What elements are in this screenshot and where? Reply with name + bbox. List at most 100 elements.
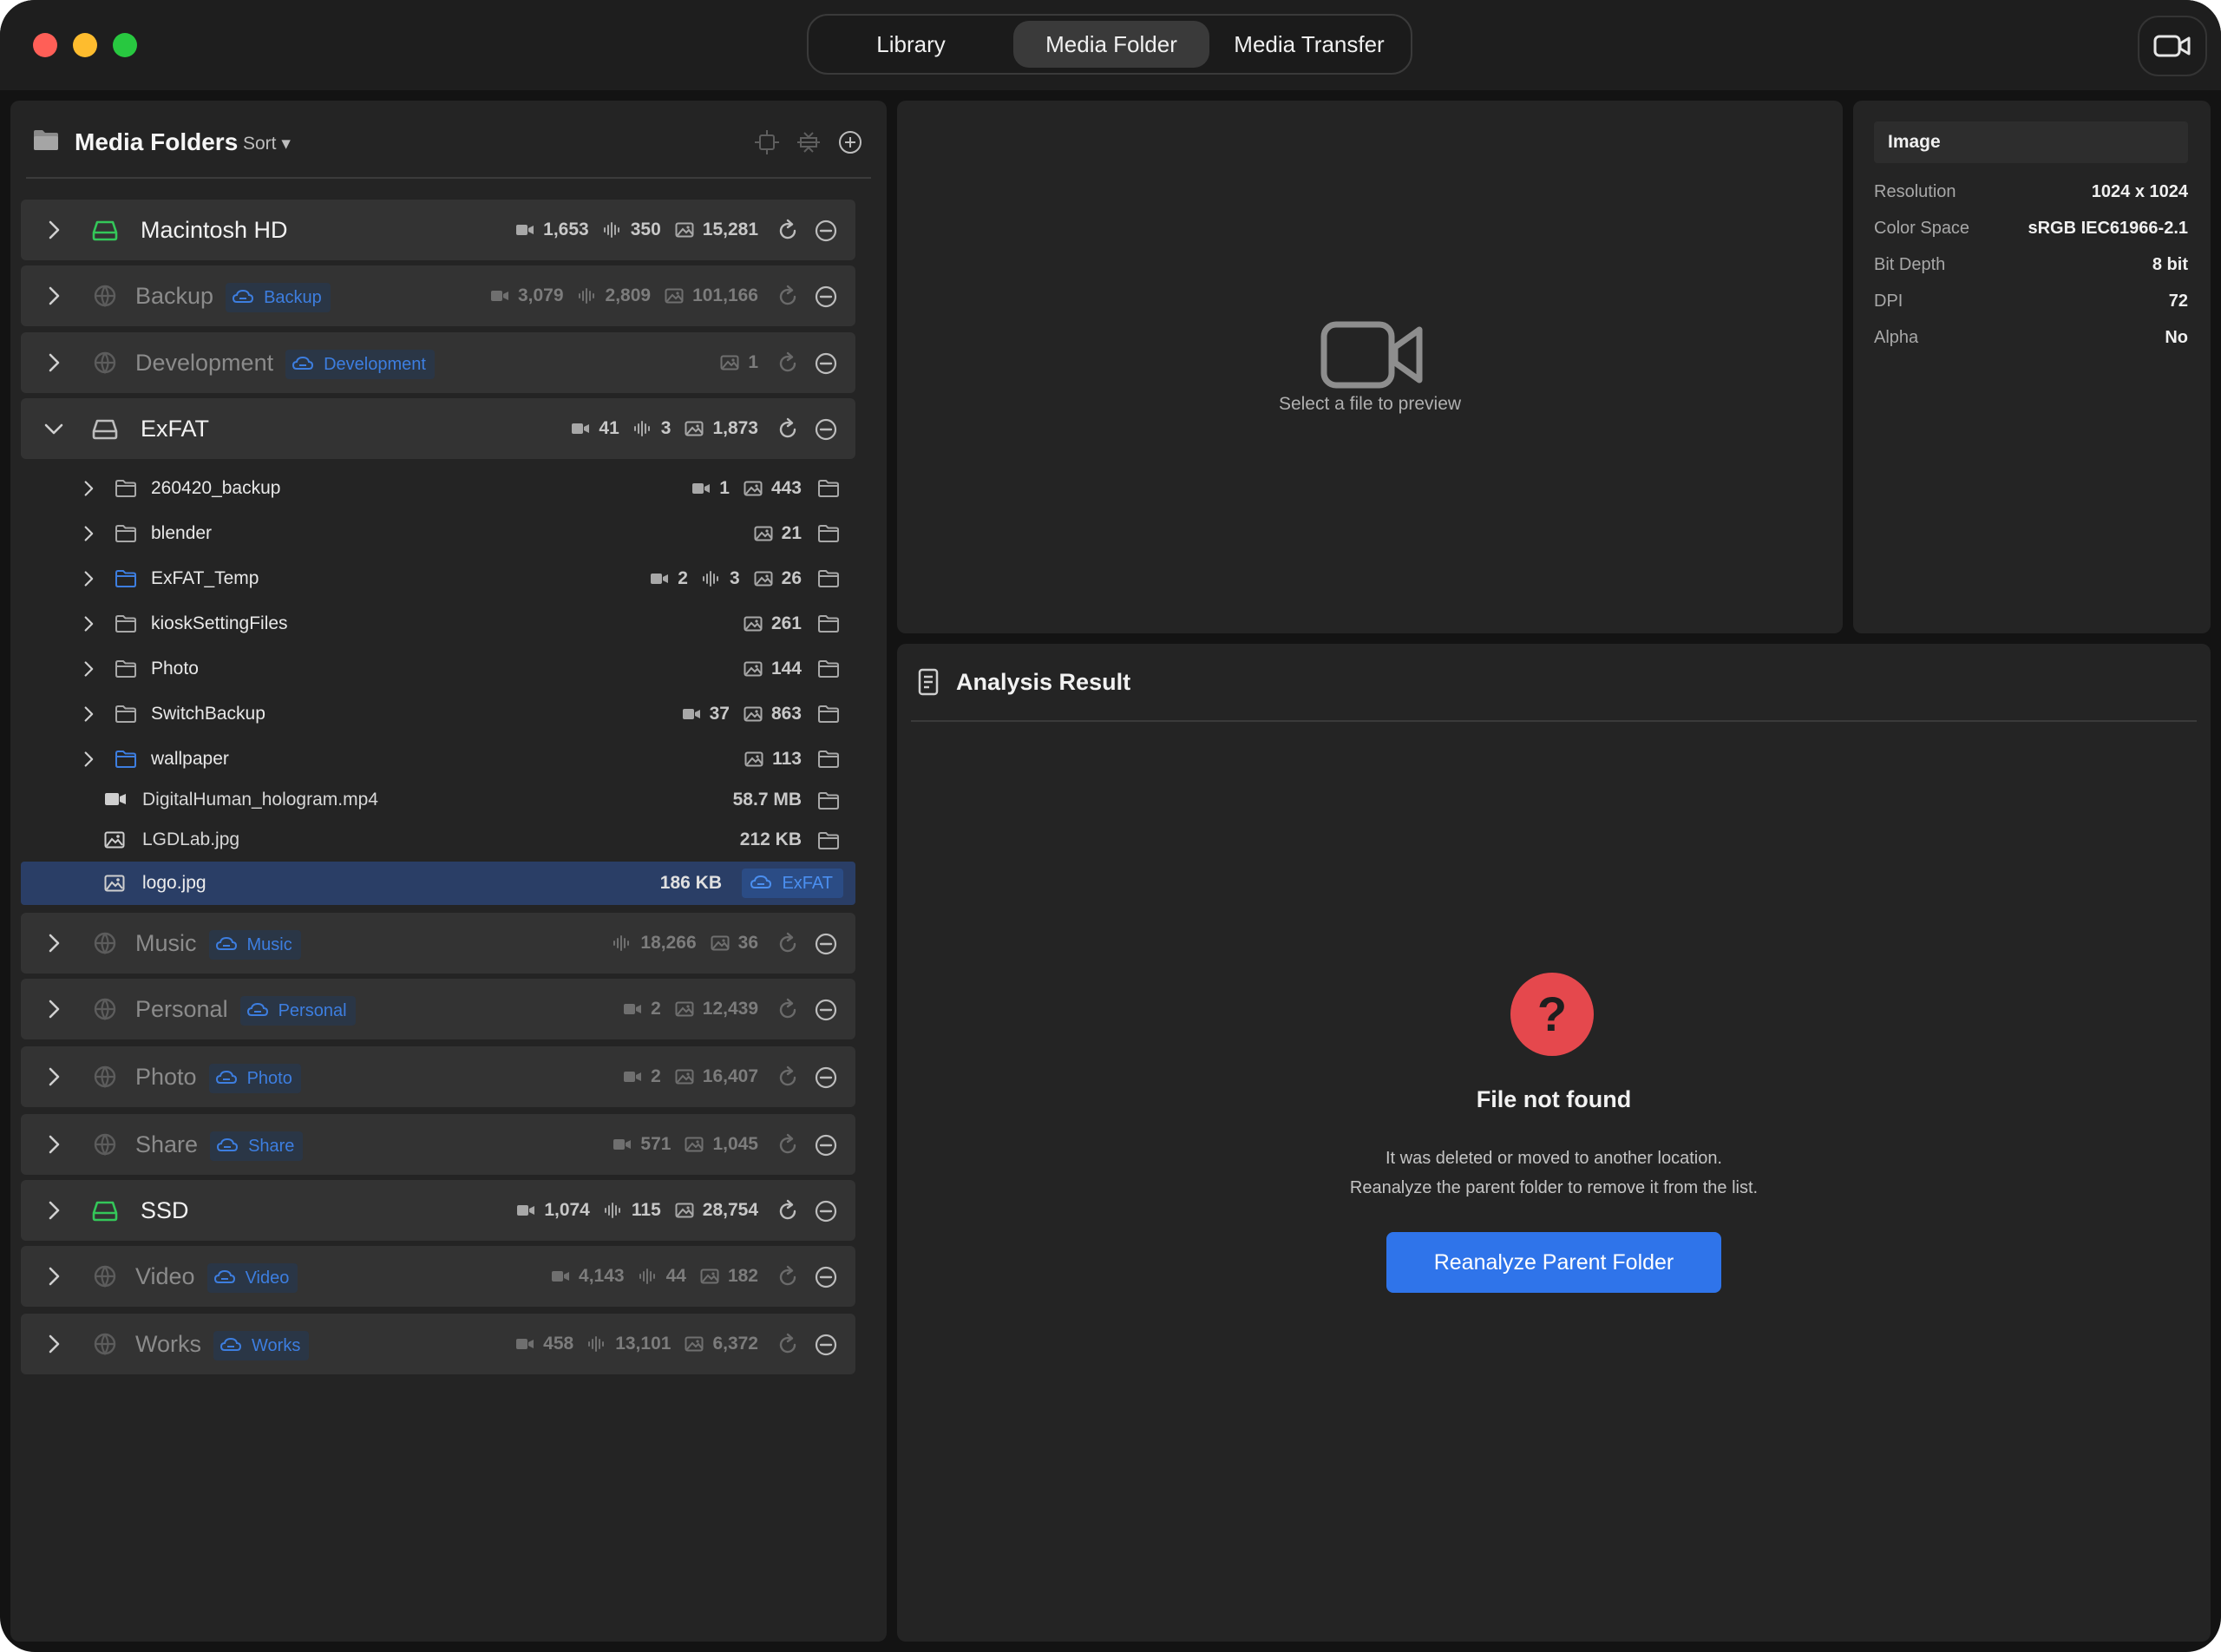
image-icon: [675, 1069, 698, 1085]
volume-row-music[interactable]: Music Music 18,266 36: [21, 913, 855, 974]
folder-row[interactable]: kioskSettingFiles 261: [21, 601, 855, 646]
chevron-right-icon[interactable]: [43, 1066, 64, 1087]
folder-row[interactable]: ExFAT_Temp 2 3 26: [21, 556, 855, 601]
folder-row[interactable]: blender 21: [21, 511, 855, 556]
chevron-right-icon[interactable]: [43, 1266, 64, 1287]
volume-row-personal[interactable]: Personal Personal 2 12,439: [21, 979, 855, 1039]
remove-button[interactable]: [814, 1333, 838, 1357]
volume-row-ssd[interactable]: SSD 1,074 115 28,754: [21, 1180, 855, 1241]
chevron-right-icon[interactable]: [80, 525, 97, 542]
chevron-down-icon[interactable]: [43, 418, 64, 439]
reveal-folder-icon[interactable]: [817, 831, 840, 850]
refresh-button[interactable]: [776, 1133, 800, 1157]
remove-button[interactable]: [814, 1265, 838, 1289]
add-folder-button[interactable]: [833, 125, 868, 160]
cloud-drive-icon: [215, 1071, 242, 1085]
video-camera-icon: [613, 1137, 636, 1151]
reveal-folder-icon[interactable]: [817, 524, 840, 543]
chevron-right-icon[interactable]: [43, 933, 64, 954]
refresh-button[interactable]: [776, 1065, 800, 1090]
folder-row[interactable]: wallpaper 113: [21, 737, 855, 782]
volume-row-backup[interactable]: Backup Backup 3,079 2,809 101,166: [21, 266, 855, 326]
chevron-right-icon[interactable]: [43, 999, 64, 1019]
refresh-button[interactable]: [776, 219, 800, 243]
image-count-value: 182: [727, 1266, 758, 1286]
remove-button[interactable]: [814, 285, 838, 309]
folder-row[interactable]: SwitchBackup 37 863: [21, 692, 855, 737]
volume-name: Backup Backup: [135, 279, 331, 313]
remove-button[interactable]: [814, 351, 838, 376]
chevron-right-icon[interactable]: [43, 1200, 64, 1221]
sort-dropdown[interactable]: Sort ▾: [243, 128, 291, 160]
image-count-value: 6,372: [712, 1334, 758, 1354]
remove-button[interactable]: [814, 1199, 838, 1223]
file-row[interactable]: DigitalHuman_hologram.mp4 58.7 MB: [21, 780, 855, 820]
reveal-folder-icon[interactable]: [817, 750, 840, 769]
folder-row[interactable]: 260420_backup 1 443: [21, 466, 855, 511]
network-globe-icon: [92, 351, 118, 375]
audio-count: 18,266: [613, 933, 697, 954]
video-camera-icon: [551, 1269, 574, 1283]
remove-button[interactable]: [814, 1133, 838, 1157]
volume-row-works[interactable]: Works Works 458 13,101 6,372: [21, 1314, 855, 1374]
chevron-right-icon[interactable]: [43, 1334, 64, 1354]
chevron-right-icon[interactable]: [80, 480, 97, 497]
video-count-value: 2: [678, 568, 688, 588]
refresh-button[interactable]: [776, 417, 800, 442]
image-count-value: 1,045: [712, 1134, 758, 1154]
camera-button[interactable]: [2138, 16, 2207, 76]
minimize-window-button[interactable]: [73, 33, 97, 57]
analysis-title: Analysis Result: [956, 669, 1131, 695]
remove-button[interactable]: [814, 219, 838, 243]
reveal-folder-icon[interactable]: [817, 705, 840, 724]
remove-button[interactable]: [814, 1065, 838, 1090]
chevron-right-icon[interactable]: [80, 570, 97, 587]
volume-row-exfat[interactable]: ExFAT 41 3 1,873: [21, 398, 855, 459]
remove-button[interactable]: [814, 417, 838, 442]
chevron-right-icon[interactable]: [43, 1134, 64, 1155]
refresh-button[interactable]: [776, 1199, 800, 1223]
volume-row-video[interactable]: Video Video 4,143 44 182: [21, 1246, 855, 1307]
volume-row-macintosh-hd[interactable]: Macintosh HD 1,653 350 15,281: [21, 200, 855, 260]
refresh-button[interactable]: [776, 1265, 800, 1289]
add-icon: [839, 131, 862, 154]
reveal-folder-icon[interactable]: [817, 569, 840, 588]
file-row-selected[interactable]: logo.jpg 186 KB ExFAT: [21, 862, 855, 905]
reveal-folder-icon[interactable]: [817, 791, 840, 810]
expand-all-button[interactable]: [791, 125, 826, 160]
tab-media-folder[interactable]: Media Folder: [1013, 21, 1209, 68]
refresh-button[interactable]: [776, 998, 800, 1022]
tab-media-transfer[interactable]: Media Transfer: [1216, 21, 1402, 68]
chevron-right-icon[interactable]: [80, 615, 97, 633]
chevron-right-icon[interactable]: [43, 220, 64, 240]
close-window-button[interactable]: [33, 33, 57, 57]
volume-row-photo[interactable]: Photo Photo 2 16,407: [21, 1046, 855, 1107]
refresh-button[interactable]: [776, 932, 800, 956]
chevron-right-icon[interactable]: [80, 660, 97, 678]
reveal-folder-icon[interactable]: [817, 479, 840, 498]
refresh-button[interactable]: [776, 351, 800, 376]
tab-library[interactable]: Library: [824, 21, 998, 68]
collapse-all-button[interactable]: [750, 125, 784, 160]
remove-button[interactable]: [814, 932, 838, 956]
volume-row-share[interactable]: Share Share 571 1,045: [21, 1114, 855, 1175]
volume-label: SSD: [141, 1197, 189, 1223]
reanalyze-parent-folder-button[interactable]: Reanalyze Parent Folder: [1386, 1232, 1721, 1293]
remove-button[interactable]: [814, 998, 838, 1022]
reveal-folder-icon[interactable]: [817, 659, 840, 678]
maximize-window-button[interactable]: [113, 33, 137, 57]
chevron-right-icon[interactable]: [80, 705, 97, 723]
document-icon: [918, 668, 939, 696]
refresh-button[interactable]: [776, 1333, 800, 1357]
volume-row-development[interactable]: Development Development 1: [21, 332, 855, 393]
refresh-button[interactable]: [776, 285, 800, 309]
image-icon: [675, 1203, 698, 1218]
chevron-right-icon[interactable]: [43, 285, 64, 306]
chevron-right-icon[interactable]: [80, 751, 97, 768]
chevron-right-icon[interactable]: [43, 352, 64, 373]
reveal-folder-icon[interactable]: [817, 614, 840, 633]
folder-row[interactable]: Photo 144: [21, 646, 855, 692]
file-row[interactable]: LGDLab.jpg 212 KB: [21, 820, 855, 860]
audio-count-value: 350: [630, 220, 661, 239]
video-camera-icon: [691, 482, 715, 495]
